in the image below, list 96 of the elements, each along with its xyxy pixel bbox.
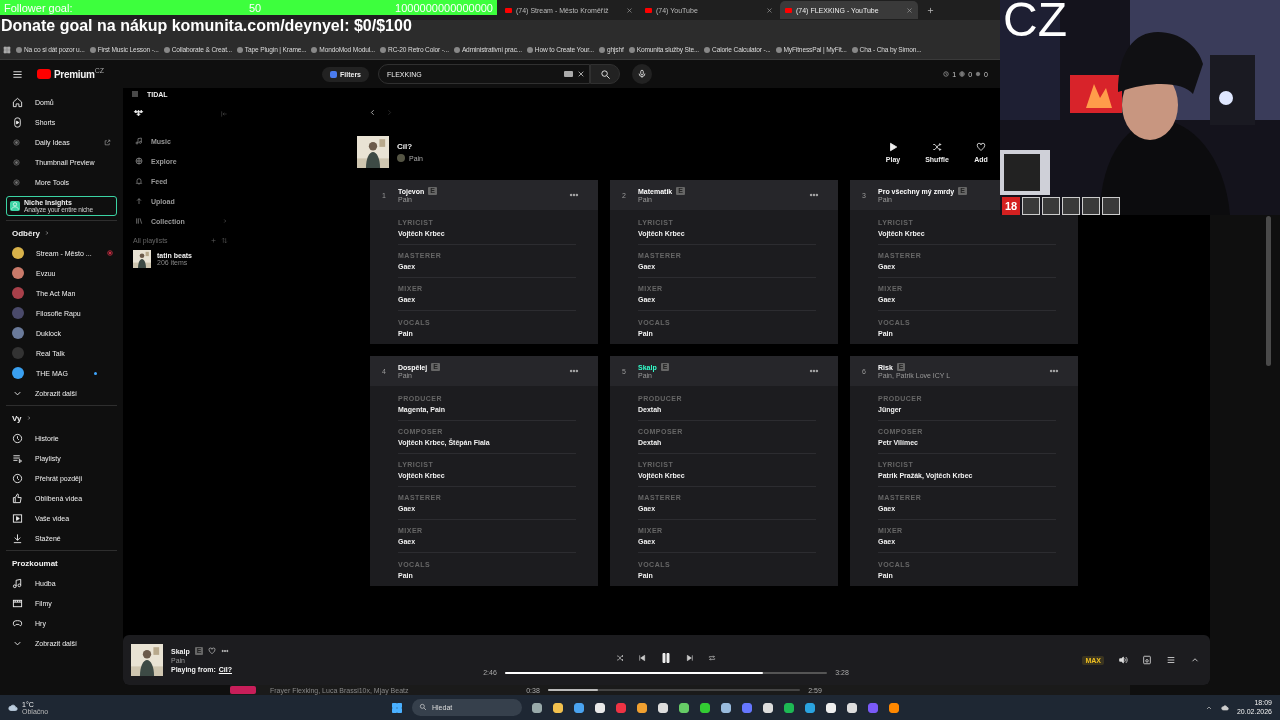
app-icon[interactable]: [678, 701, 690, 714]
thumbnail: [230, 686, 256, 694]
search-button[interactable]: [590, 64, 620, 84]
channel-avatar: [12, 367, 24, 379]
counter-icon: [943, 71, 950, 77]
content-rating-icon: [1102, 197, 1120, 215]
age-rating-badge: 18: [1002, 197, 1020, 215]
chevron-icon: [25, 415, 32, 421]
shorts-icon: [12, 116, 23, 128]
video-icon: [12, 512, 23, 524]
external-link-icon: [104, 138, 111, 146]
cloud-icon[interactable]: [1220, 703, 1229, 712]
library-icon: [135, 217, 143, 225]
volume-icon[interactable]: [1118, 655, 1128, 665]
scrollbar-thumb[interactable]: [1266, 216, 1271, 366]
download-icon: [12, 532, 23, 544]
close-icon[interactable]: [626, 6, 633, 14]
app-icon[interactable]: [783, 701, 795, 714]
play-logo-icon: [37, 69, 51, 79]
content-rating-icon: [1082, 197, 1100, 215]
start-icon[interactable]: [391, 701, 403, 714]
search-icon: [419, 703, 427, 711]
section-heading[interactable]: Vy: [6, 408, 117, 428]
artist-avatar: [397, 154, 405, 162]
queue-icon[interactable]: [1166, 655, 1176, 665]
counter-icon: [959, 71, 966, 77]
progress-track[interactable]: [505, 671, 827, 674]
previous-icon[interactable]: [638, 654, 646, 662]
app-icon[interactable]: [699, 701, 711, 714]
app-icon[interactable]: [804, 701, 816, 714]
goal-target: 1000000000000000: [395, 1, 493, 14]
content-rating-icon: [1042, 197, 1060, 215]
home-icon: [12, 96, 23, 108]
app-icon[interactable]: [531, 701, 543, 714]
person-icon: [10, 201, 20, 211]
microphone-icon: [637, 69, 647, 79]
album-title: Cíl?: [397, 142, 414, 151]
clear-icon[interactable]: [577, 70, 585, 78]
cloud-icon: [8, 702, 18, 713]
new-tab-icon[interactable]: [926, 5, 935, 15]
music-note-icon: [135, 137, 143, 145]
tidal-logo-icon[interactable]: [133, 108, 144, 119]
channel-avatar: [12, 307, 24, 319]
logo-text: Premium: [54, 68, 95, 80]
menu-icon[interactable]: [12, 68, 23, 80]
content-rating-icon: [1022, 197, 1040, 215]
search-icon: [599, 68, 611, 80]
close-icon[interactable]: [906, 6, 913, 14]
channel-avatar: [12, 287, 24, 299]
youtube-icon: [505, 7, 512, 13]
shuffle-icon[interactable]: [616, 654, 624, 662]
film-icon: [12, 597, 23, 609]
music-note-icon: [12, 577, 23, 589]
webcam-caption: CZ: [1003, 0, 1067, 47]
apps-icon[interactable]: [3, 45, 11, 54]
heart-icon: [976, 141, 986, 152]
app-icon[interactable]: [636, 701, 648, 714]
shuffle-icon: [932, 141, 942, 152]
pause-icon[interactable]: [660, 652, 672, 664]
chevron-icon: [44, 230, 50, 236]
app-icon[interactable]: [573, 701, 585, 714]
heart-icon[interactable]: [208, 647, 217, 655]
gamepad-icon: [12, 617, 23, 629]
donate-goal-text: Donate goal na nákup komunita.com/deynyel: $0/$100: [1, 17, 412, 35]
playlist-icon: [12, 452, 23, 464]
keyboard-icon: [564, 71, 573, 77]
bell-icon: [135, 177, 143, 185]
section-heading[interactable]: Prozkoumat: [6, 553, 117, 573]
upload-icon: [135, 197, 143, 205]
counter-icon: [975, 71, 982, 77]
next-icon[interactable]: [686, 654, 694, 662]
chevron-icon: [222, 218, 228, 224]
goal-current: 50: [249, 1, 263, 14]
globe-icon: [135, 157, 143, 165]
section-heading[interactable]: Odběry: [6, 223, 117, 243]
youtube-icon: [645, 7, 652, 13]
app-icon[interactable]: [720, 701, 732, 714]
clock-icon: [12, 472, 23, 484]
close-icon[interactable]: [766, 6, 773, 14]
goal-label: Follower goal:: [4, 1, 74, 14]
history-icon: [12, 432, 23, 444]
thumbs-up-icon: [12, 492, 23, 504]
youtube-icon: [785, 7, 792, 13]
speaker-icon[interactable]: [1142, 655, 1152, 665]
channel-avatar: [12, 247, 24, 259]
channel-avatar: [12, 327, 24, 339]
channel-avatar: [12, 347, 24, 359]
repeat-icon[interactable]: [708, 654, 716, 662]
content-rating-icon: [1062, 197, 1080, 215]
back-icon[interactable]: [368, 108, 377, 117]
more-icon[interactable]: [221, 647, 230, 655]
play-icon: [888, 141, 898, 152]
app-icon[interactable]: [888, 701, 900, 714]
channel-avatar: [12, 267, 24, 279]
microphone-button[interactable]: [632, 64, 652, 84]
app-icon[interactable]: [552, 701, 564, 714]
